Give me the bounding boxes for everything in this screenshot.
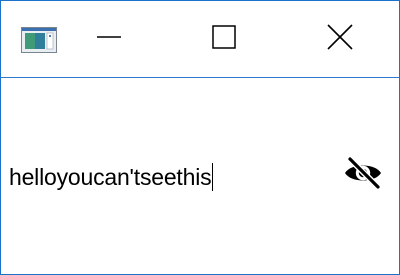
password-field[interactable]: helloyoucan'tseethis [9,159,214,195]
minimize-icon [96,24,122,55]
password-field-value: helloyoucan'tseethis [9,163,212,190]
app-window: helloyoucan'tseethis [0,0,400,275]
text-caret [212,163,214,191]
maximize-icon [211,24,237,55]
app-window-icon [21,27,57,53]
maximize-button[interactable] [194,17,254,61]
eye-off-icon [342,155,384,195]
minimize-button[interactable] [79,17,139,61]
close-icon [326,23,354,56]
password-visibility-toggle[interactable] [339,155,387,195]
close-button[interactable] [310,17,370,61]
title-bar[interactable] [1,1,399,78]
